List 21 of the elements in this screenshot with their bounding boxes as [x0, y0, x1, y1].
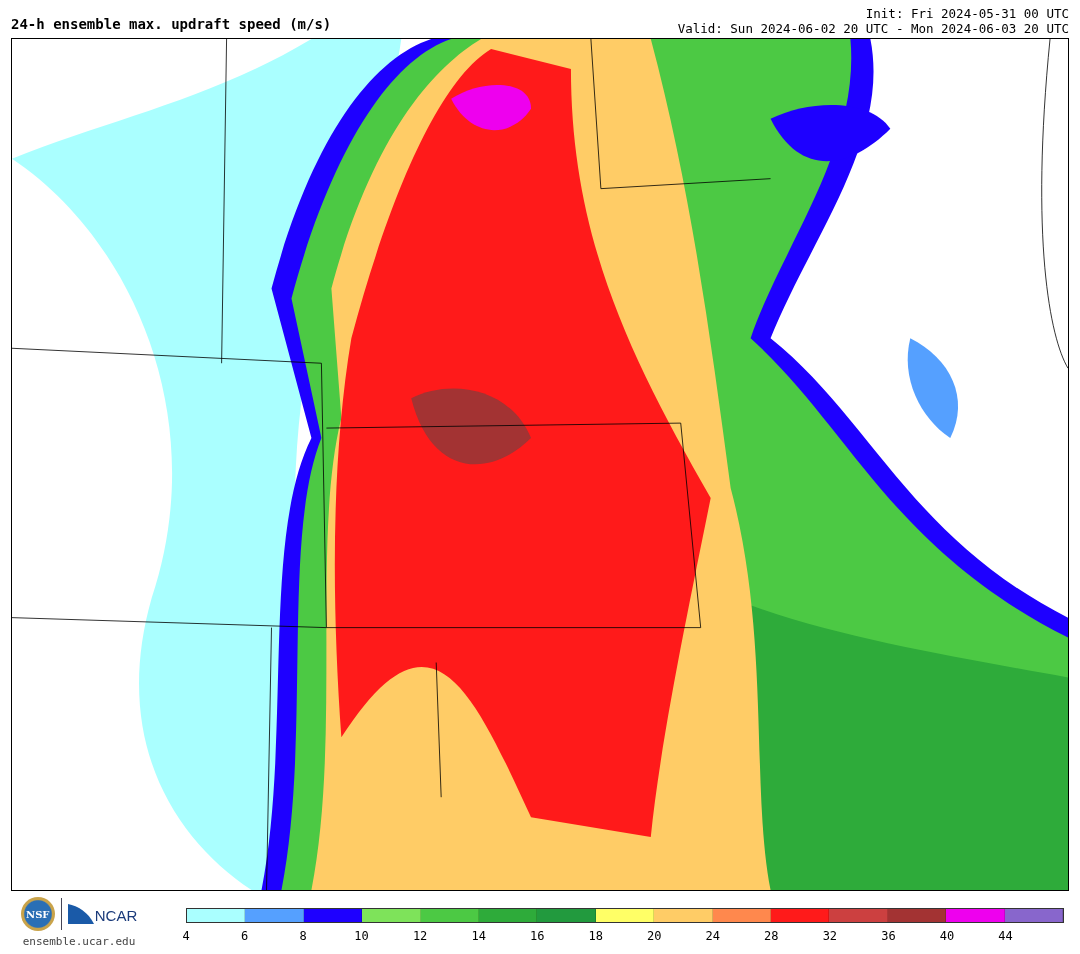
scale-tick-label: 40	[939, 929, 955, 943]
scale-tick-label: 14	[471, 929, 486, 943]
scale-tick-label: 12	[412, 929, 428, 943]
ncar-logo: NCAR	[67, 904, 138, 924]
scale-tick-label: 44	[998, 929, 1013, 943]
init-time: Init: Fri 2024-05-31 00 UTC	[865, 6, 1069, 21]
chart-title: 24-h ensemble max. updraft speed (m/s)	[11, 16, 332, 34]
scale-tick-label: 4	[182, 929, 190, 943]
scale-tick-label: 28	[764, 929, 779, 943]
scale-tick-label: 32	[822, 929, 838, 943]
nsf-logo: NSF	[20, 897, 55, 931]
valid-time-range: Valid: Sun 2024-06-02 20 UTC - Mon 2024-06-03 20 UTC	[677, 21, 1069, 36]
scale-tick-label: 8	[299, 929, 307, 943]
scale-tick-label: 18	[588, 929, 603, 943]
scale-tick-label: 36	[881, 929, 896, 943]
scale-tick-label: 6	[240, 929, 249, 943]
scale-tick-label: 24	[705, 929, 720, 943]
scale-tick-label: 20	[647, 929, 662, 943]
website-url: ensemble.ucar.edu	[22, 935, 136, 948]
scale-tick-label: 16	[529, 929, 545, 943]
scale-tick-label: 10	[354, 929, 369, 943]
